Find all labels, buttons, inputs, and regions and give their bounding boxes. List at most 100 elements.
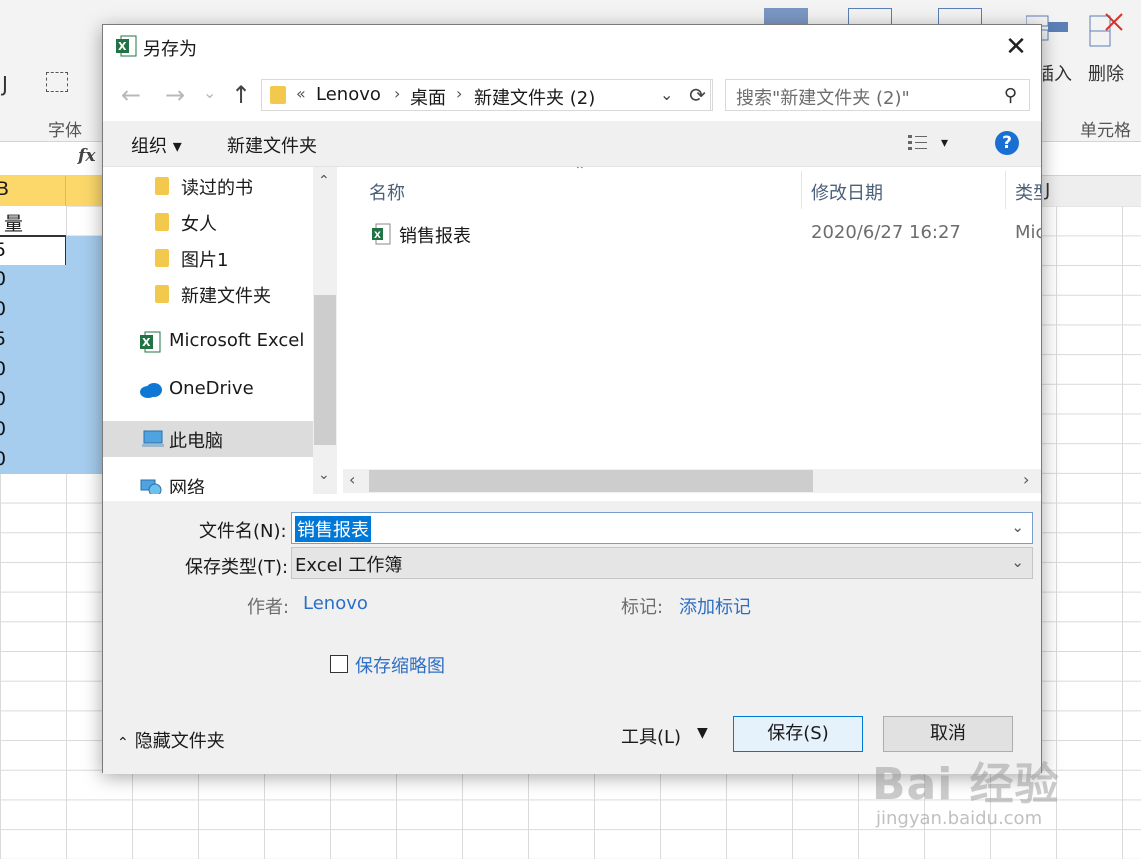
column-divider[interactable]	[801, 171, 802, 209]
search-placeholder[interactable]: 搜索"新建文件夹 (2)"	[736, 84, 910, 110]
scroll-up-icon[interactable]: ⌃	[318, 173, 330, 189]
cell-b2[interactable]: 量	[0, 206, 66, 236]
forward-arrow-icon[interactable]: →	[165, 81, 185, 109]
nav-item-label: 网络	[169, 478, 205, 494]
underline-button[interactable]: J	[2, 72, 8, 96]
view-dropdown-icon[interactable]: ▾	[941, 135, 948, 151]
excel-file-icon: X	[371, 223, 391, 245]
svg-text:X: X	[374, 231, 381, 241]
cell-value: 0	[0, 448, 7, 470]
nav-item-network[interactable]: 网络	[103, 469, 313, 494]
cell-value: 0	[0, 418, 7, 440]
file-list-scrollbar[interactable]: ‹ ›	[343, 469, 1041, 493]
baidu-watermark-url: jingyan.baidu.com	[876, 808, 1043, 829]
refresh-icon[interactable]: ⟳	[683, 79, 713, 111]
cell-value: 0	[0, 388, 7, 410]
search-box[interactable]: 搜索"新建文件夹 (2)" ⚲	[725, 79, 1030, 111]
breadcrumb-lenovo[interactable]: Lenovo	[316, 84, 381, 105]
save-thumbnail-label[interactable]: 保存缩略图	[355, 652, 445, 678]
nav-item-onedrive[interactable]: OneDrive	[103, 373, 313, 407]
scroll-thumb[interactable]	[314, 295, 336, 445]
save-type-select[interactable]: Excel 工作簿 ⌄	[291, 547, 1033, 579]
up-arrow-icon[interactable]: ↑	[231, 81, 251, 109]
nav-item-this-pc[interactable]: 此电脑	[103, 421, 313, 457]
chevron-down-icon[interactable]: ⌄	[1011, 553, 1024, 571]
overflow-chevron-icon[interactable]: «	[296, 84, 306, 103]
nav-item-pictures1[interactable]: 图片1	[103, 241, 313, 275]
save-as-dialog: X 另存为 ✕ ← → ⌄ ↑ « Lenovo › 桌面 › 新建文件夹 (2…	[102, 24, 1042, 774]
delete-cells-icon[interactable]	[1088, 10, 1128, 50]
chevron-down-icon[interactable]: ⌄	[1011, 518, 1024, 536]
borders-icon[interactable]	[46, 72, 68, 92]
add-tag-link[interactable]: 添加标记	[679, 593, 751, 619]
nav-item-books[interactable]: 读过的书	[103, 169, 313, 203]
address-bar[interactable]: « Lenovo › 桌面 › 新建文件夹 (2) ⌄	[261, 79, 711, 111]
baidu-watermark: Bai 经验	[872, 759, 1060, 810]
back-arrow-icon[interactable]: ←	[121, 81, 141, 109]
dialog-title: 另存为	[143, 39, 197, 60]
nav-pane-scrollbar[interactable]: ⌃ ⌄	[313, 167, 337, 494]
chevron-up-icon: ⌃	[117, 735, 129, 751]
nav-item-label: 此电脑	[169, 431, 223, 452]
column-header-type[interactable]: 类型	[1015, 179, 1041, 217]
recent-dropdown-icon[interactable]: ⌄	[203, 83, 216, 102]
computer-icon	[141, 429, 165, 454]
view-options-icon[interactable]	[907, 133, 929, 153]
organize-menu[interactable]: 组织 ▾	[131, 132, 182, 158]
scroll-right-icon[interactable]: ›	[1023, 470, 1029, 489]
breadcrumb-current-folder[interactable]: 新建文件夹 (2)	[474, 84, 595, 110]
save-button[interactable]: 保存(S)	[733, 716, 863, 752]
column-header-name[interactable]: 名称	[369, 179, 405, 217]
author-value[interactable]: Lenovo	[303, 593, 368, 614]
excel-icon: X	[139, 331, 161, 358]
address-dropdown-icon[interactable]: ⌄	[660, 85, 673, 104]
navigation-bar: ← → ⌄ ↑ « Lenovo › 桌面 › 新建文件夹 (2) ⌄ ⟳ 搜索…	[103, 69, 1041, 119]
file-type: Mic	[1015, 222, 1041, 243]
nav-item-label: OneDrive	[169, 378, 254, 399]
breadcrumb-separator-icon[interactable]: ›	[456, 84, 462, 103]
nav-item-new-folder[interactable]: 新建文件夹	[103, 277, 313, 311]
filename-input[interactable]: 销售报表 ⌄	[291, 512, 1033, 544]
search-icon[interactable]: ⚲	[1004, 85, 1017, 106]
tools-dropdown-icon[interactable]: ▼	[697, 725, 708, 741]
cells-group-label: 单元格	[1080, 121, 1131, 141]
scroll-thumb[interactable]	[369, 470, 813, 492]
cancel-button[interactable]: 取消	[883, 716, 1013, 752]
nav-item-label: 图片1	[181, 250, 229, 271]
nav-item-women[interactable]: 女人	[103, 205, 313, 239]
tools-menu[interactable]: 工具(L)	[621, 723, 681, 749]
scroll-down-icon[interactable]: ⌄	[318, 467, 330, 483]
excel-app-icon: X	[115, 35, 137, 57]
column-header-modified[interactable]: 修改日期	[811, 179, 883, 217]
hide-folders-toggle[interactable]: ⌃ 隐藏文件夹	[117, 727, 225, 753]
folder-icon	[155, 249, 169, 267]
selected-range-c[interactable]	[66, 236, 106, 474]
column-header-j[interactable]: J	[1041, 176, 1141, 206]
delete-button[interactable]: 删除	[1088, 60, 1124, 86]
command-toolbar: 组织 ▾ 新建文件夹 ▾ ?	[103, 121, 1041, 167]
column-header-c[interactable]	[66, 176, 106, 206]
close-button[interactable]: ✕	[991, 25, 1041, 69]
column-divider[interactable]	[1005, 171, 1006, 209]
column-header-j-label: J	[1045, 180, 1051, 201]
file-list-pane: ⌃ 名称 修改日期 类型 X 销售报表 2020/6/27 16:27 Mic …	[343, 167, 1041, 494]
file-row[interactable]: X 销售报表 2020/6/27 16:27 Mic	[343, 217, 1041, 251]
fx-icon[interactable]: fx	[78, 146, 95, 166]
tags-label: 标记:	[621, 597, 664, 618]
nav-item-label: Microsoft Excel	[169, 330, 305, 351]
nav-item-microsoft-excel[interactable]: X Microsoft Excel	[103, 325, 313, 359]
help-icon[interactable]: ?	[995, 131, 1019, 155]
dialog-titlebar[interactable]: X 另存为 ✕	[103, 25, 1041, 69]
folder-icon	[270, 86, 286, 104]
filename-label: 文件名(N):	[199, 521, 287, 542]
column-header-b[interactable]: B	[0, 176, 66, 206]
navigation-pane: 读过的书 女人 图片1 新建文件夹 X Microsoft Excel OneD…	[103, 167, 339, 494]
breadcrumb-separator-icon[interactable]: ›	[394, 84, 400, 103]
new-folder-button[interactable]: 新建文件夹	[227, 132, 317, 158]
cell-value: 0	[0, 268, 7, 290]
scroll-left-icon[interactable]: ‹	[349, 470, 355, 489]
breadcrumb-desktop[interactable]: 桌面	[410, 84, 446, 110]
selected-range-b[interactable]	[0, 265, 66, 474]
filename-value[interactable]: 销售报表	[295, 516, 371, 542]
save-thumbnail-checkbox[interactable]	[330, 655, 348, 673]
